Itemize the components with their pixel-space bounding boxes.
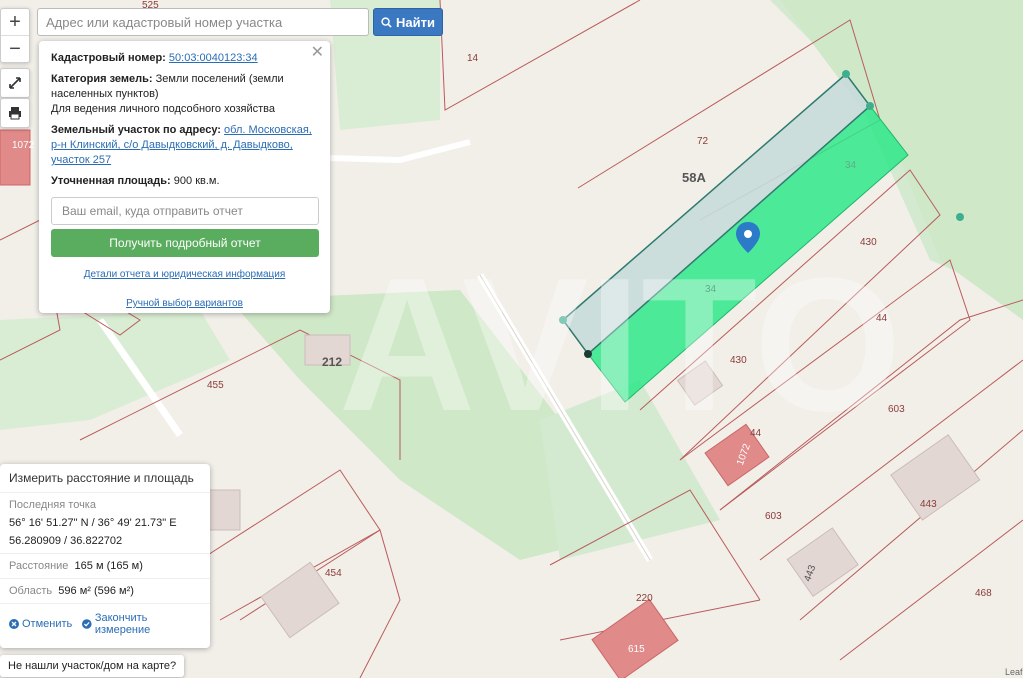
cancel-icon: [9, 619, 19, 629]
parcel-label: 44: [750, 428, 762, 439]
report-details-link[interactable]: Детали отчета и юридическая информация: [84, 269, 286, 280]
finish-label: Закончить измерение: [94, 612, 151, 636]
manual-selection-link[interactable]: Ручной выбор вариантов: [126, 298, 243, 309]
finish-measure-button[interactable]: Закончить измерение: [82, 612, 201, 636]
email-field[interactable]: [51, 197, 319, 225]
coords-dms: 56° 16' 51.27" N / 36° 49' 21.73" E: [9, 517, 177, 529]
parcel-info-popup: ✕ Кадастровый номер: 50:03:0040123:34 Ка…: [39, 41, 330, 313]
cadastral-number-link[interactable]: 50:03:0040123:34: [169, 52, 258, 64]
area-label: Уточненная площадь:: [51, 175, 171, 187]
parcel-label: 454: [325, 568, 342, 579]
parcel-label: 603: [888, 404, 905, 415]
area-value: 900 кв.м.: [173, 175, 220, 187]
parcel-label: 443: [920, 499, 937, 510]
parcel-label: 220: [636, 593, 653, 604]
watermark: AVITO: [338, 239, 901, 451]
parcel-label: 212: [322, 355, 342, 369]
check-icon: [82, 619, 92, 629]
measure-vertex: [842, 70, 850, 78]
print-button[interactable]: [0, 98, 30, 128]
measure-vertex: [956, 213, 964, 221]
parcel-label: 34: [845, 160, 857, 171]
parcel-label: 468: [975, 588, 992, 599]
parcel-label: 430: [860, 237, 877, 248]
search-icon: [381, 16, 392, 28]
parcel-label: 34: [705, 284, 717, 295]
zoom-in-button[interactable]: +: [1, 9, 29, 36]
find-button-label: Найти: [396, 14, 435, 30]
land-use-value: Для ведения личного подсобного хозяйства: [51, 103, 275, 115]
parcel-label: 430: [730, 355, 747, 366]
parcel-label: 615: [628, 644, 645, 655]
distance-value: 165 м (165 м): [74, 560, 143, 572]
measure-title: Измерить расстояние и площадь: [0, 464, 210, 493]
cancel-measure-button[interactable]: Отменить: [9, 612, 72, 636]
coords-decimal: 56.280909 / 36.822702: [9, 535, 123, 547]
search-input[interactable]: [37, 8, 369, 36]
area-measure-label: Область: [9, 585, 53, 597]
last-point-label: Последняя точка: [9, 499, 96, 511]
zoom-out-button[interactable]: −: [1, 36, 29, 62]
fullscreen-button[interactable]: [0, 68, 30, 98]
area-measure-value: 596 м² (596 м²): [58, 585, 134, 597]
address-label: Земельный участок по адресу:: [51, 124, 221, 136]
find-button[interactable]: Найти: [373, 8, 443, 36]
cadastral-label: Кадастровый номер:: [51, 52, 166, 64]
printer-icon: [9, 107, 21, 120]
distance-label: Расстояние: [9, 560, 69, 572]
get-report-button[interactable]: Получить подробный отчет: [51, 229, 319, 257]
measure-panel: Измерить расстояние и площадь Последняя …: [0, 464, 210, 648]
category-label: Категория земель:: [51, 73, 153, 85]
attribution: Leaf: [1005, 667, 1023, 677]
parcel-label: 44: [876, 313, 888, 324]
expand-icon: [9, 77, 21, 89]
parcel-label: 58А: [682, 170, 706, 185]
parcel-label: 455: [207, 380, 224, 391]
parcel-label: 1072: [12, 140, 35, 151]
cancel-label: Отменить: [22, 618, 73, 630]
measure-vertex: [866, 102, 874, 110]
parcel-label: 603: [765, 511, 782, 522]
close-icon[interactable]: ✕: [311, 45, 324, 61]
not-found-button[interactable]: Не нашли участок/дом на карте?: [0, 655, 185, 677]
parcel-label: 72: [697, 136, 709, 147]
parcel-label: 14: [467, 53, 479, 64]
zoom-control: + −: [0, 8, 30, 63]
